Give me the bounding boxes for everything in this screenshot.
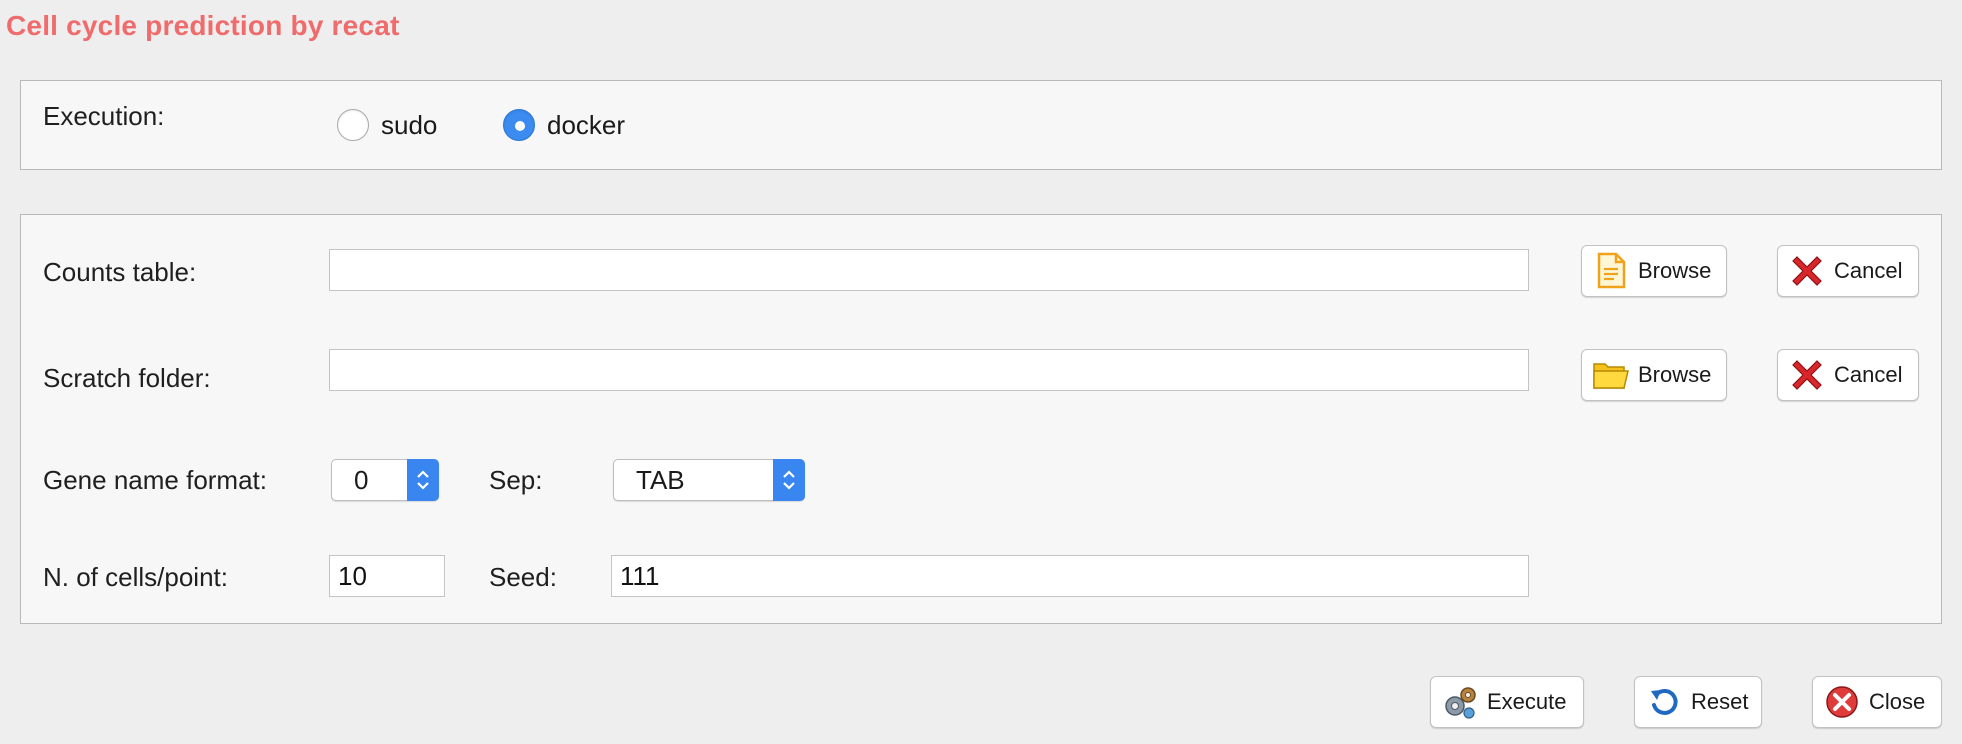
- scratch-folder-cancel-label: Cancel: [1834, 362, 1903, 387]
- cells-per-point-input[interactable]: 10: [329, 555, 445, 597]
- up-down-arrows-icon: [407, 459, 439, 501]
- radio-docker[interactable]: [503, 109, 535, 141]
- gears-icon: [1441, 683, 1479, 721]
- radio-option-docker[interactable]: docker: [503, 109, 625, 141]
- red-x-icon: [1788, 356, 1826, 394]
- parameters-panel: Counts table: Browse Cancel Scratch fold…: [20, 214, 1942, 624]
- sep-value: TAB: [636, 464, 685, 495]
- close-circle-icon: [1823, 683, 1861, 721]
- seed-label: Seed:: [489, 562, 557, 592]
- scratch-folder-cancel-button[interactable]: Cancel: [1777, 349, 1919, 401]
- radio-docker-label: docker: [547, 109, 626, 140]
- seed-input[interactable]: 111: [611, 555, 1529, 597]
- reset-label: Reset: [1691, 689, 1749, 714]
- cells-per-point-label: N. of cells/point:: [43, 562, 228, 592]
- radio-sudo-label: sudo: [381, 109, 438, 140]
- gene-name-format-value: 0: [354, 464, 369, 495]
- execution-label: Execution:: [43, 101, 165, 131]
- counts-table-browse-label: Browse: [1638, 258, 1712, 283]
- gene-name-format-label: Gene name format:: [43, 465, 267, 495]
- gene-name-format-select[interactable]: 0: [331, 459, 439, 501]
- red-x-icon: [1788, 252, 1826, 290]
- scratch-folder-browse-label: Browse: [1638, 362, 1712, 387]
- window-title: Cell cycle prediction by recat: [6, 10, 400, 41]
- scratch-folder-label: Scratch folder:: [43, 363, 211, 393]
- execute-label: Execute: [1487, 689, 1567, 714]
- counts-table-cancel-label: Cancel: [1834, 258, 1903, 283]
- counts-table-input[interactable]: [329, 249, 1529, 291]
- execution-panel: Execution: sudo docker: [20, 80, 1942, 170]
- sep-select[interactable]: TAB: [613, 459, 805, 501]
- close-label: Close: [1869, 689, 1926, 714]
- close-button[interactable]: Close: [1812, 676, 1942, 728]
- sep-label: Sep:: [489, 465, 543, 495]
- radio-sudo[interactable]: [337, 109, 369, 141]
- reset-button[interactable]: Reset: [1634, 676, 1762, 728]
- counts-table-cancel-button[interactable]: Cancel: [1777, 245, 1919, 297]
- counts-table-browse-button[interactable]: Browse: [1581, 245, 1727, 297]
- scratch-folder-browse-button[interactable]: Browse: [1581, 349, 1727, 401]
- document-icon: [1592, 252, 1630, 290]
- scratch-folder-input[interactable]: [329, 349, 1529, 391]
- radio-option-sudo[interactable]: sudo: [337, 109, 437, 141]
- up-down-arrows-icon: [773, 459, 805, 501]
- counts-table-label: Counts table:: [43, 257, 197, 287]
- execute-button[interactable]: Execute: [1430, 676, 1584, 728]
- refresh-icon: [1645, 683, 1683, 721]
- folder-icon: [1592, 356, 1630, 394]
